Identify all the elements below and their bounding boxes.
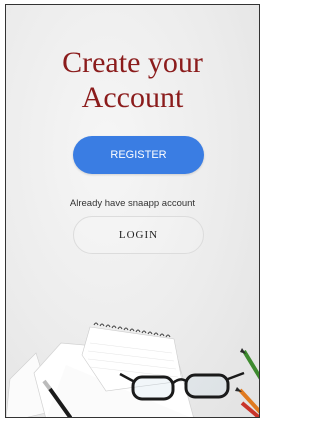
title-line-1: Create your — [62, 46, 203, 79]
already-have-account-text: Already have snaapp account — [69, 198, 196, 209]
register-button[interactable]: REGISTER — [73, 136, 204, 174]
app-screen: Create your Account REGISTER Already hav… — [5, 4, 260, 418]
pencils — [235, 348, 259, 417]
title-line-2: Account — [81, 81, 184, 114]
spiral-notepad — [6, 322, 194, 417]
desk-illustration — [6, 322, 259, 417]
page-title: Create your Account — [6, 45, 259, 115]
login-button[interactable]: LOGIN — [73, 216, 204, 254]
